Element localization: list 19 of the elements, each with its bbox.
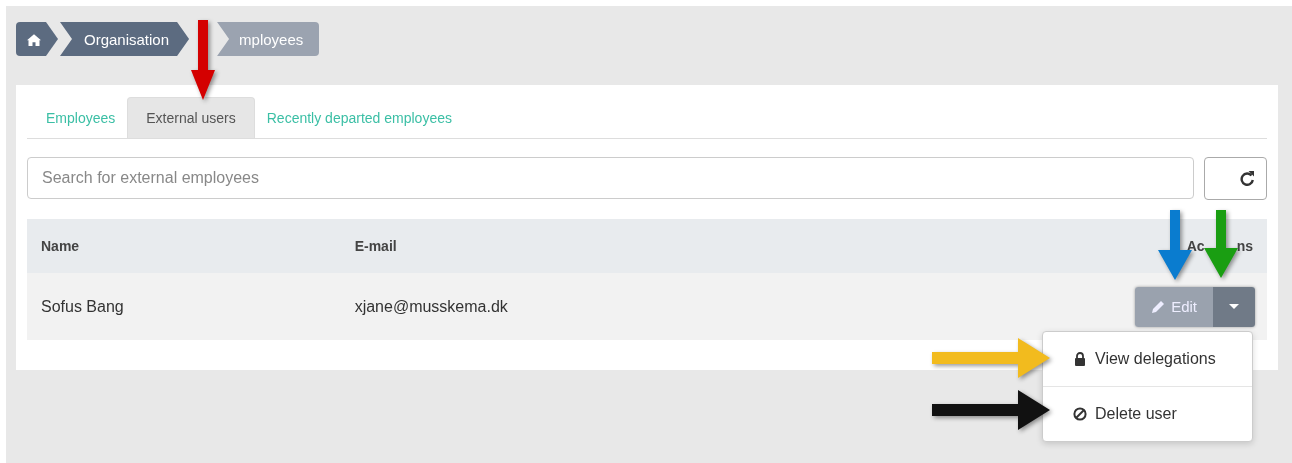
refresh-icon <box>1239 171 1254 186</box>
table-cell: Sofus Bang <box>27 273 341 340</box>
dropdown-toggle[interactable] <box>1213 286 1255 327</box>
ban-icon <box>1073 407 1087 421</box>
tab[interactable]: External users <box>127 97 255 138</box>
caret-icon <box>1229 304 1239 309</box>
home-link[interactable] <box>16 22 58 56</box>
table-cell: xjane@musskema.dk <box>340 273 854 340</box>
column-header: E-mail <box>354 238 397 254</box>
column-header: Name <box>41 238 80 254</box>
menu-item[interactable]: View delegations <box>1043 332 1252 386</box>
breadcrumb-link[interactable]: Organisation <box>60 22 190 56</box>
column-header: Ac <box>1186 238 1205 254</box>
refresh-button[interactable] <box>1204 157 1267 200</box>
home-icon <box>26 32 42 46</box>
search-field[interactable]: Search for external employees <box>27 157 1194 199</box>
pencil-icon <box>1151 299 1166 314</box>
lock-icon <box>1073 352 1087 366</box>
column-header: ns <box>1236 238 1253 254</box>
